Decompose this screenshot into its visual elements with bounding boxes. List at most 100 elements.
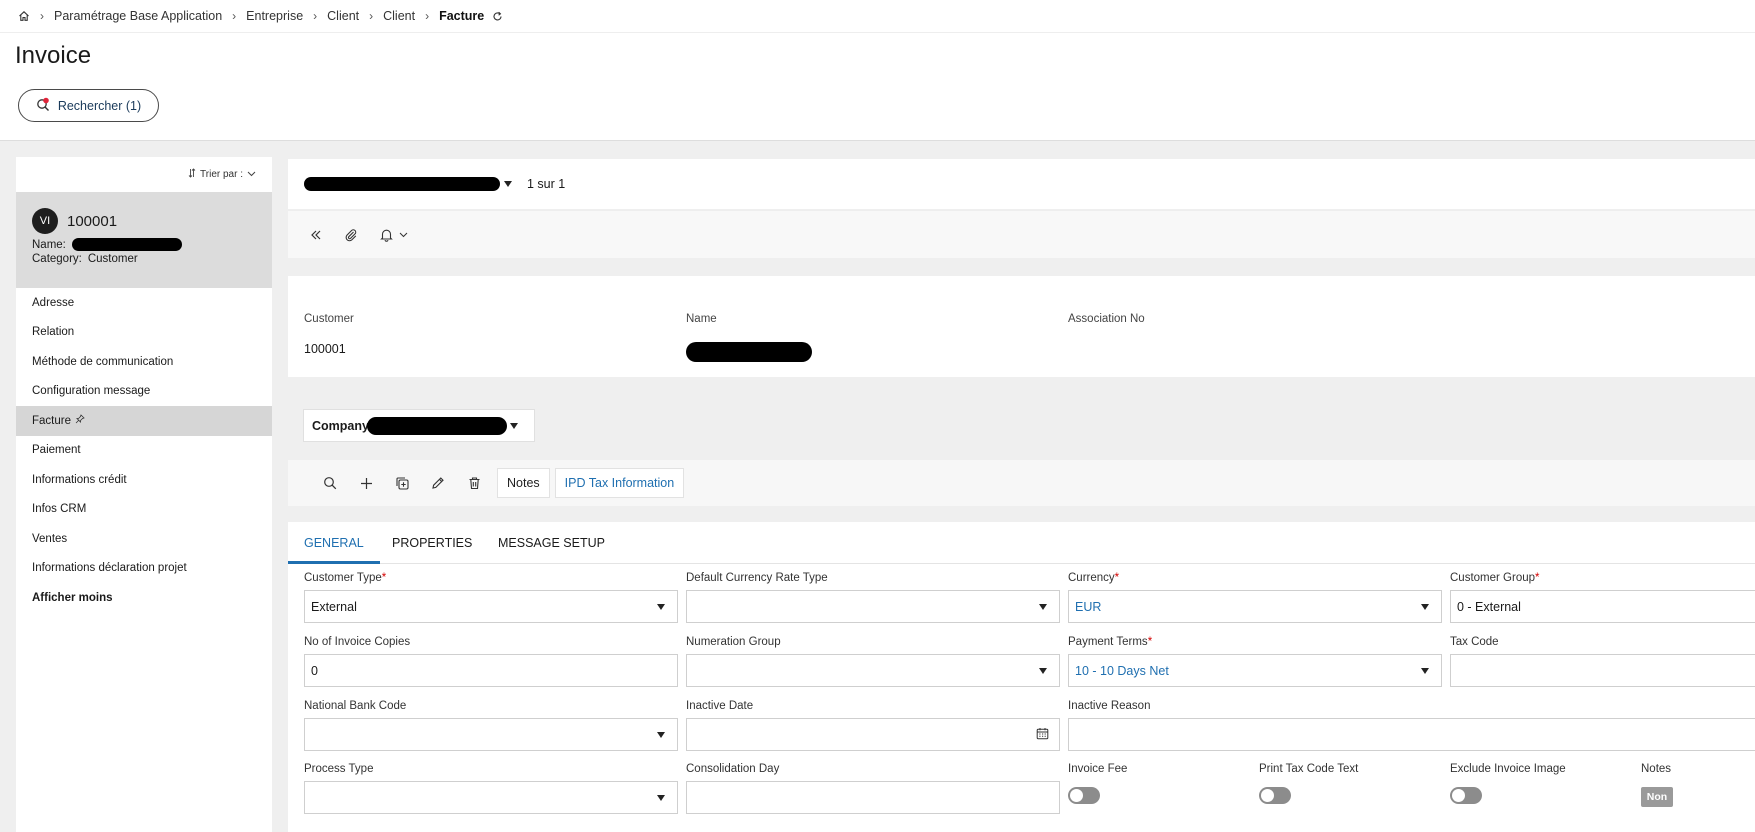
breadcrumb-item[interactable]: Paramétrage Base Application: [54, 9, 222, 23]
delete-icon[interactable]: [456, 476, 492, 490]
field-label: Inactive Reason: [1068, 700, 1151, 712]
nav-item-facture[interactable]: Facture: [16, 406, 272, 436]
nav-item-methode-communication[interactable]: Méthode de communication: [16, 347, 272, 377]
customer-label: Customer: [304, 313, 354, 325]
print-tax-code-text-toggle[interactable]: [1259, 787, 1291, 804]
caret-down-icon[interactable]: [503, 177, 513, 191]
field-label: Payment Terms: [1068, 636, 1148, 648]
company-selector[interactable]: Company:: [303, 409, 535, 442]
attachment-icon[interactable]: [344, 228, 358, 242]
form-tabs: GENERAL PROPERTIES MESSAGE SETUP: [288, 522, 1755, 564]
field-value: 0 - External: [1457, 599, 1521, 614]
sort-icon: [188, 168, 196, 181]
edit-icon[interactable]: [420, 476, 456, 490]
duplicate-icon[interactable]: [384, 476, 420, 491]
calendar-icon[interactable]: [1036, 727, 1049, 743]
notes-field: Notes Non: [1641, 763, 1741, 807]
nav-item-paiement[interactable]: Paiement: [16, 436, 272, 466]
record-list-panel: Trier par : VI 100001 Name: Category: Cu…: [16, 157, 272, 832]
redacted-name: [71, 238, 182, 251]
nav-label: Facture: [32, 414, 71, 427]
consolidation-day-input[interactable]: [686, 781, 1060, 814]
currency-field: Currency* EUR: [1068, 572, 1442, 623]
caret-down-icon: [1039, 603, 1047, 610]
avatar: VI: [32, 208, 58, 234]
record-selector-bar: 1 sur 1: [288, 159, 1755, 209]
field-label: Numeration Group: [686, 636, 781, 648]
chevron-right-icon: ›: [232, 9, 237, 23]
nav-label: Méthode de communication: [32, 355, 174, 368]
breadcrumb-item[interactable]: Client: [327, 9, 359, 23]
field-label: Customer Group: [1450, 572, 1536, 584]
ipd-tax-information-button[interactable]: IPD Tax Information: [554, 468, 685, 498]
nav-item-adresse[interactable]: Adresse: [16, 288, 272, 318]
numeration-group-select[interactable]: [686, 654, 1060, 687]
nav-item-configuration-message[interactable]: Configuration message: [16, 377, 272, 407]
notification-bell-icon[interactable]: [380, 228, 408, 242]
currency-select[interactable]: EUR: [1068, 590, 1442, 623]
record-nav: Adresse Relation Méthode de communicatio…: [16, 288, 272, 613]
invoice-copies-field: No of Invoice Copies 0: [304, 636, 678, 687]
customer-group-input[interactable]: 0 - External: [1450, 590, 1755, 623]
nav-item-ventes[interactable]: Ventes: [16, 524, 272, 554]
tax-code-input[interactable]: [1450, 654, 1755, 687]
field-label: Default Currency Rate Type: [686, 572, 828, 584]
invoice-copies-input[interactable]: 0: [304, 654, 678, 687]
default-currency-rate-type-select[interactable]: [686, 590, 1060, 623]
breadcrumb-current: Facture: [439, 9, 485, 23]
record-category-value: Customer: [87, 253, 138, 265]
redacted-company: [367, 416, 508, 435]
customer-type-field: Customer Type* External: [304, 572, 678, 623]
search-button[interactable]: Rechercher (1): [18, 89, 159, 122]
field-label: Customer Type: [304, 572, 382, 584]
field-value: EUR: [1075, 599, 1102, 614]
chevron-down-icon: [399, 232, 408, 237]
home-icon[interactable]: [18, 10, 30, 22]
field-value: External: [311, 599, 357, 614]
breadcrumb-item[interactable]: Entreprise: [246, 9, 303, 23]
pin-icon[interactable]: [75, 414, 85, 427]
refresh-icon[interactable]: [492, 11, 503, 22]
nav-label: Relation: [32, 326, 75, 339]
notes-button[interactable]: Notes: [497, 468, 550, 498]
numeration-group-field: Numeration Group: [686, 636, 1060, 687]
payment-terms-field: Payment Terms* 10 - 10 Days Net: [1068, 636, 1442, 687]
nav-item-informations-declaration-projet[interactable]: Informations déclaration projet: [16, 554, 272, 584]
field-label: Consolidation Day: [686, 763, 780, 775]
record-counter: 1 sur 1: [527, 177, 566, 191]
inactive-reason-input[interactable]: [1068, 718, 1755, 751]
add-icon[interactable]: [348, 477, 384, 490]
chevron-right-icon: ›: [369, 9, 374, 23]
nav-item-infos-crm[interactable]: Infos CRM: [16, 495, 272, 525]
record-card[interactable]: VI 100001 Name: Category: Customer: [16, 192, 272, 288]
inactive-date-input[interactable]: [686, 718, 1060, 751]
nav-label: Ventes: [32, 532, 68, 545]
exclude-invoice-image-toggle[interactable]: [1450, 787, 1482, 804]
default-currency-rate-type-field: Default Currency Rate Type: [686, 572, 1060, 623]
show-less-link[interactable]: Afficher moins: [16, 583, 272, 613]
chevron-right-icon: ›: [425, 9, 430, 23]
field-label: Invoice Fee: [1068, 763, 1128, 775]
print-tax-code-text-field: Print Tax Code Text: [1259, 763, 1439, 804]
nav-item-informations-credit[interactable]: Informations crédit: [16, 465, 272, 495]
nav-item-relation[interactable]: Relation: [16, 318, 272, 348]
breadcrumb-item[interactable]: Client: [383, 9, 415, 23]
payment-terms-select[interactable]: 10 - 10 Days Net: [1068, 654, 1442, 687]
tab-properties[interactable]: PROPERTIES: [376, 522, 488, 564]
tab-message-setup[interactable]: MESSAGE SETUP: [482, 522, 621, 564]
process-type-select[interactable]: [304, 781, 678, 814]
search-icon[interactable]: [312, 476, 348, 490]
field-label: Tax Code: [1450, 636, 1499, 648]
customer-value: 100001: [304, 342, 346, 356]
national-bank-code-select[interactable]: [304, 718, 678, 751]
record-category-label: Category:: [32, 253, 82, 265]
collapse-left-icon[interactable]: [310, 229, 322, 241]
association-no-label: Association No: [1068, 313, 1145, 325]
customer-type-select[interactable]: External: [304, 590, 678, 623]
sort-control[interactable]: Trier par :: [16, 157, 272, 192]
invoice-fee-toggle[interactable]: [1068, 787, 1100, 804]
tab-general[interactable]: GENERAL: [288, 522, 380, 564]
customer-info-panel: Customer 100001 Name Association No: [288, 276, 1755, 377]
caret-down-icon: [1421, 667, 1429, 674]
nav-label: Informations déclaration projet: [32, 562, 187, 575]
